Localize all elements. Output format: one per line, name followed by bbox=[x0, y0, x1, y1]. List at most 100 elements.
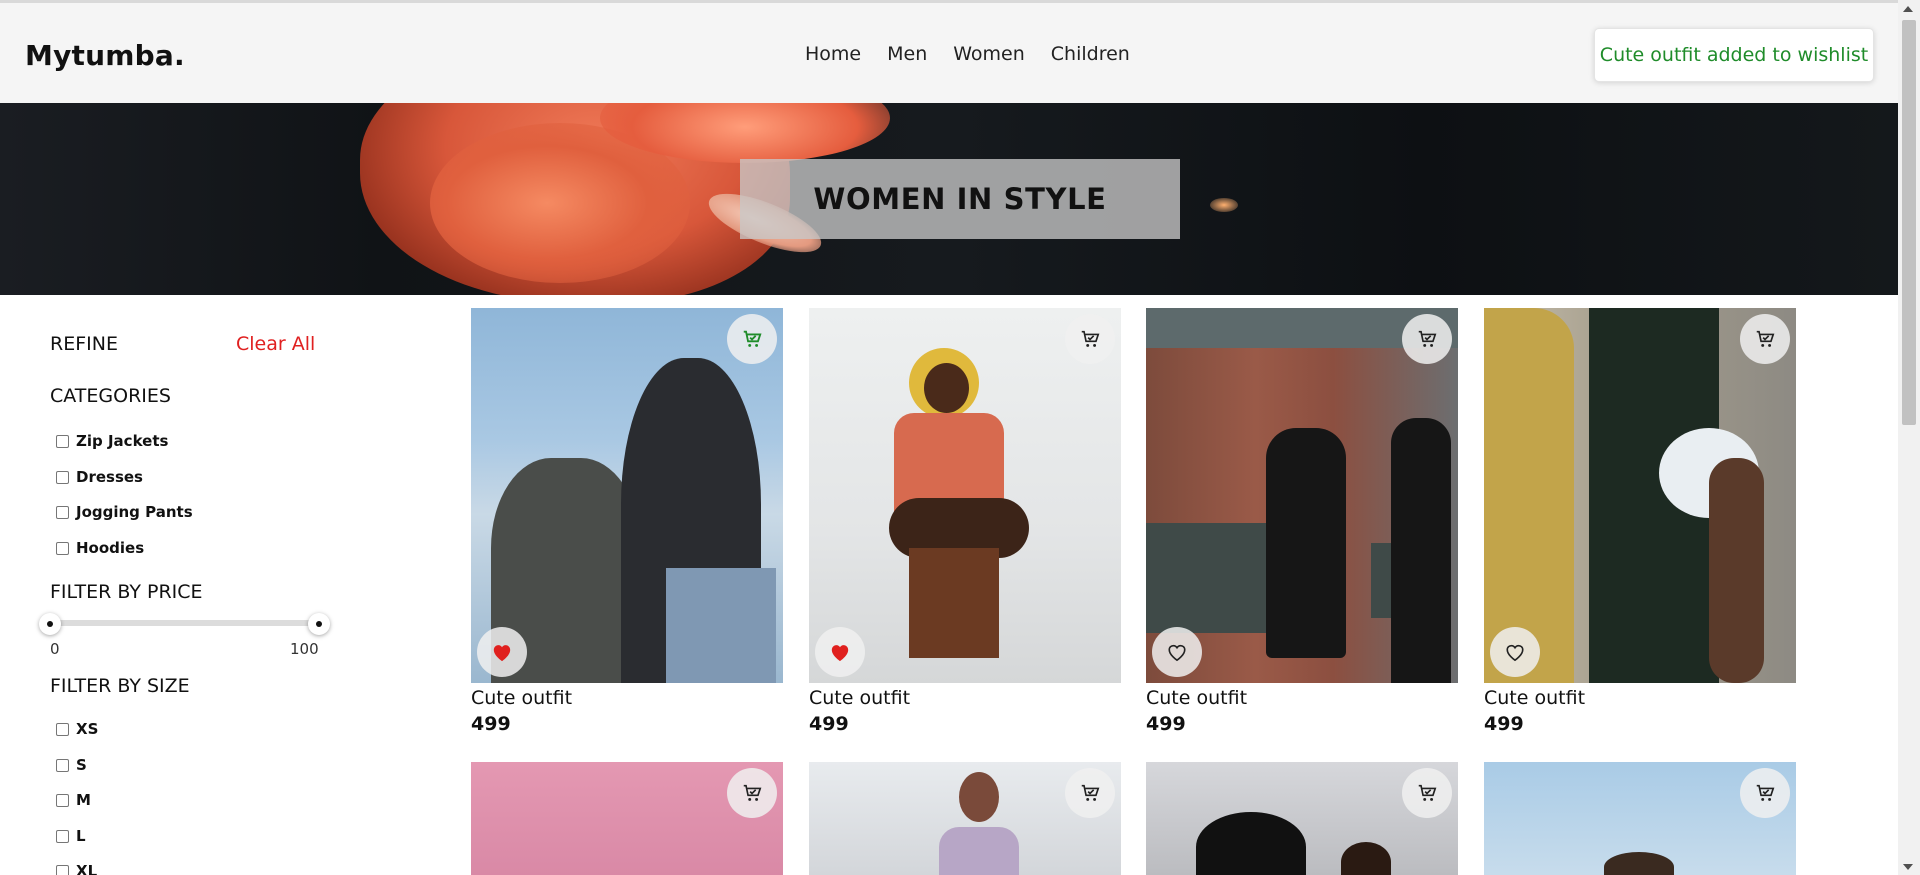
category-hoodies[interactable]: Hoodies bbox=[56, 539, 144, 557]
categories-heading: CATEGORIES bbox=[50, 385, 171, 407]
cart-check-icon bbox=[1418, 784, 1437, 801]
refine-heading: REFINE bbox=[50, 333, 118, 355]
price-slider-track[interactable] bbox=[50, 620, 320, 626]
cart-check-icon bbox=[1081, 784, 1100, 801]
hero-title-box: WOMEN IN STYLE bbox=[740, 159, 1180, 239]
size-label: L bbox=[76, 827, 86, 845]
product-image[interactable] bbox=[471, 762, 783, 875]
price-min-label: 0 bbox=[50, 640, 60, 658]
heart-filled-icon bbox=[831, 645, 849, 662]
checkbox[interactable] bbox=[56, 505, 69, 519]
nav-men-link[interactable]: Men bbox=[887, 43, 927, 65]
product-name: Cute outfit bbox=[1146, 687, 1248, 709]
photo-figure bbox=[1266, 428, 1346, 658]
add-to-cart-button[interactable] bbox=[1402, 768, 1452, 818]
add-to-cart-button[interactable] bbox=[1740, 314, 1790, 364]
wishlist-button[interactable] bbox=[815, 627, 865, 677]
size-m[interactable]: M bbox=[56, 791, 91, 809]
add-to-cart-button[interactable] bbox=[727, 768, 777, 818]
product-name: Cute outfit bbox=[1484, 687, 1586, 709]
product-card[interactable] bbox=[1484, 762, 1796, 875]
photo-figure bbox=[1196, 812, 1306, 875]
scroll-up-arrow-icon[interactable] bbox=[1903, 6, 1913, 12]
product-image[interactable] bbox=[1484, 308, 1796, 683]
scroll-down-arrow-icon[interactable] bbox=[1903, 864, 1913, 870]
heart-filled-icon bbox=[493, 645, 511, 662]
photo-figure bbox=[939, 827, 1019, 875]
price-heading: FILTER BY PRICE bbox=[50, 581, 203, 603]
size-xs[interactable]: XS bbox=[56, 720, 98, 738]
category-dresses[interactable]: Dresses bbox=[56, 468, 143, 486]
product-card[interactable]: Cute outfit 499 bbox=[1484, 308, 1796, 737]
product-card[interactable] bbox=[1146, 762, 1458, 875]
product-card[interactable] bbox=[471, 762, 783, 875]
checkbox[interactable] bbox=[56, 758, 69, 772]
product-image[interactable] bbox=[471, 308, 783, 683]
cart-check-icon bbox=[743, 330, 762, 347]
price-max-label: 100 bbox=[290, 640, 319, 658]
site-header: Mytumba. Home Men Women Children Cute ou… bbox=[0, 3, 1898, 103]
nav-women-link[interactable]: Women bbox=[953, 43, 1025, 65]
hero-banner: WOMEN IN STYLE bbox=[0, 103, 1898, 295]
product-price: 499 bbox=[471, 713, 511, 735]
size-s[interactable]: S bbox=[56, 756, 87, 774]
cart-check-icon bbox=[743, 784, 762, 801]
product-name: Cute outfit bbox=[809, 687, 911, 709]
category-label: Jogging Pants bbox=[76, 503, 193, 521]
category-label: Hoodies bbox=[76, 539, 145, 557]
product-image[interactable] bbox=[1484, 762, 1796, 875]
main-nav: Home Men Women Children bbox=[805, 43, 1130, 65]
photo-figure bbox=[1604, 852, 1674, 875]
cart-check-icon bbox=[1418, 330, 1437, 347]
hero-title: WOMEN IN STYLE bbox=[813, 182, 1107, 216]
product-image[interactable] bbox=[809, 762, 1121, 875]
size-heading: FILTER BY SIZE bbox=[50, 675, 190, 697]
product-price: 499 bbox=[1146, 713, 1186, 735]
product-card[interactable]: Cute outfit 499 bbox=[1146, 308, 1458, 737]
add-to-cart-button[interactable] bbox=[727, 314, 777, 364]
add-to-cart-button[interactable] bbox=[1065, 314, 1115, 364]
site-logo[interactable]: Mytumba. bbox=[25, 39, 185, 72]
checkbox[interactable] bbox=[56, 793, 69, 807]
product-image[interactable] bbox=[1146, 762, 1458, 875]
size-l[interactable]: L bbox=[56, 827, 86, 845]
wishlist-toast: Cute outfit added to wishlist bbox=[1594, 28, 1874, 82]
clear-all-button[interactable]: Clear All bbox=[236, 333, 315, 355]
checkbox[interactable] bbox=[56, 434, 69, 448]
add-to-cart-button[interactable] bbox=[1065, 768, 1115, 818]
product-card[interactable] bbox=[809, 762, 1121, 875]
product-card[interactable]: Cute outfit 499 bbox=[809, 308, 1121, 737]
category-label: Dresses bbox=[76, 468, 143, 486]
size-label: S bbox=[76, 756, 87, 774]
checkbox[interactable] bbox=[56, 864, 69, 875]
checkbox[interactable] bbox=[56, 829, 69, 843]
nav-home-link[interactable]: Home bbox=[805, 43, 861, 65]
cart-check-icon bbox=[1081, 330, 1100, 347]
cart-check-icon bbox=[1756, 330, 1775, 347]
size-label: XS bbox=[76, 720, 99, 738]
nav-children-link[interactable]: Children bbox=[1051, 43, 1130, 65]
price-slider-max-handle[interactable] bbox=[308, 613, 330, 635]
checkbox[interactable] bbox=[56, 722, 69, 736]
product-card[interactable]: Cute outfit 499 bbox=[471, 308, 783, 737]
wishlist-button[interactable] bbox=[477, 627, 527, 677]
category-jogging-pants[interactable]: Jogging Pants bbox=[56, 503, 193, 521]
wishlist-button[interactable] bbox=[1490, 627, 1540, 677]
photo-figure bbox=[909, 548, 999, 658]
size-label: M bbox=[76, 791, 91, 809]
scrollbar-thumb[interactable] bbox=[1902, 20, 1916, 425]
checkbox[interactable] bbox=[56, 541, 69, 555]
add-to-cart-button[interactable] bbox=[1740, 768, 1790, 818]
add-to-cart-button[interactable] bbox=[1402, 314, 1452, 364]
wishlist-button[interactable] bbox=[1152, 627, 1202, 677]
photo-figure bbox=[1341, 842, 1391, 875]
category-zip-jackets[interactable]: Zip Jackets bbox=[56, 432, 168, 450]
checkbox[interactable] bbox=[56, 470, 69, 484]
price-slider-min-handle[interactable] bbox=[39, 613, 61, 635]
product-image[interactable] bbox=[1146, 308, 1458, 683]
photo-figure bbox=[1146, 523, 1266, 633]
size-xl[interactable]: XL bbox=[56, 862, 97, 875]
heart-outline-icon bbox=[1168, 644, 1186, 662]
photo-figure bbox=[666, 568, 776, 683]
product-image[interactable] bbox=[809, 308, 1121, 683]
